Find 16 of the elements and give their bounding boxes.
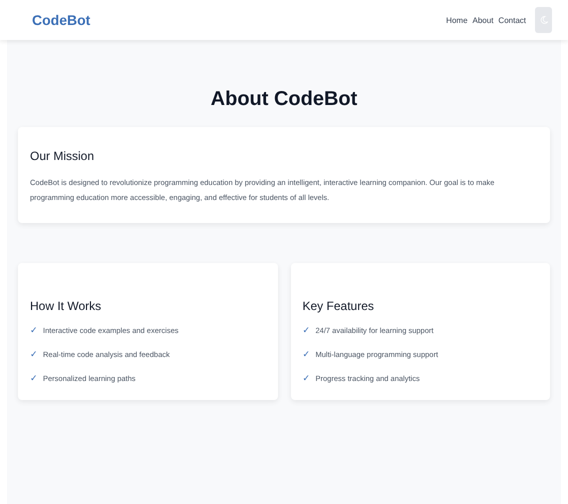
- card-heading: Our Mission: [30, 149, 96, 163]
- check-icon: ✓: [302, 325, 310, 335]
- nav-link[interactable]: Home: [446, 16, 468, 24]
- card-heading: Key Features: [302, 299, 375, 313]
- check-icon: ✓: [30, 373, 38, 383]
- check-icon: ✓: [302, 373, 310, 383]
- page-title: About CodeBot: [210, 87, 358, 112]
- nav-link[interactable]: About: [472, 16, 494, 24]
- moon-icon: [540, 16, 548, 24]
- check-icon: ✓: [30, 349, 38, 359]
- check-icon: ✓: [302, 349, 310, 359]
- brand-logo[interactable]: CodeBot: [32, 12, 90, 28]
- nav-link[interactable]: Contact: [498, 16, 526, 24]
- check-icon: ✓: [30, 325, 38, 335]
- card-heading: How It Works: [30, 299, 102, 313]
- theme-toggle-button[interactable]: [535, 7, 552, 33]
